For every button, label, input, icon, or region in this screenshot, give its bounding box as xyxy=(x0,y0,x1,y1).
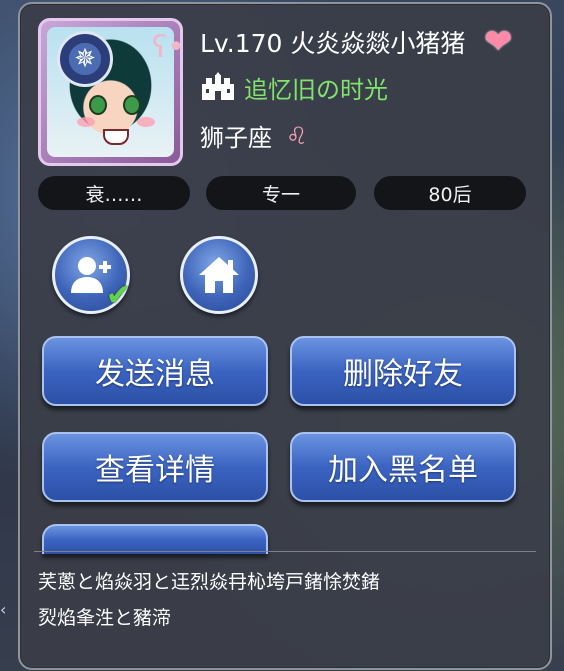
castle-icon xyxy=(202,72,234,100)
player-level: Lv.170 xyxy=(200,29,283,58)
add-blacklist-button[interactable]: 加入黑名单 xyxy=(290,432,516,502)
view-details-button[interactable]: 查看详情 xyxy=(42,432,268,502)
signature-line: 烮焰夆泩と豬渧 xyxy=(38,607,172,629)
player-name: 火炎焱燚小猪猪 xyxy=(290,29,466,58)
profile-tag: 专一 xyxy=(206,176,356,210)
home-icon xyxy=(199,257,239,293)
checkmark-icon: ✔ xyxy=(105,278,131,313)
delete-friend-button[interactable]: 删除好友 xyxy=(290,336,516,406)
home-button[interactable] xyxy=(180,236,258,314)
add-friend-button[interactable]: ✔ xyxy=(52,236,131,314)
send-message-button[interactable]: 发送消息 xyxy=(42,336,268,406)
more-action-button[interactable] xyxy=(42,524,268,554)
zodiac-label: 狮子座 xyxy=(200,124,272,152)
leo-icon: ♌ xyxy=(286,121,308,150)
avatar-blush xyxy=(137,117,155,127)
signature-line: 芺蔥と焰焱羽と迋烈焱冄杺垮戸鍺悇焚鍺 xyxy=(38,571,381,593)
profile-tag: 80后 xyxy=(374,176,526,210)
avatar-mouth xyxy=(103,129,129,145)
player-profile-card: ✵ ʕ•ᴥ•ʔ Lv.170 火炎焱燚小猪猪 ❤ 追忆旧の时光 狮子座 ♌ 衰…… xyxy=(18,2,552,670)
player-avatar[interactable]: ✵ ʕ•ᴥ•ʔ xyxy=(38,18,183,166)
avatar-blush xyxy=(77,117,95,127)
zodiac-row: 狮子座 ♌ xyxy=(200,118,308,153)
avatar-eye xyxy=(89,95,107,115)
edge-caret-icon: ‹ xyxy=(0,600,7,619)
avatar-eye xyxy=(123,95,141,115)
divider xyxy=(34,551,536,552)
signature-text: 芺蔥と焰焱羽と迋烈焱冄杺垮戸鍺悇焚鍺 烮焰夆泩と豬渧 xyxy=(38,564,528,636)
bear-decoration-icon: ʕ•ᴥ•ʔ xyxy=(152,27,180,67)
guild-name: 追忆旧の时光 xyxy=(244,75,388,104)
guild-emblem-icon: ✵ xyxy=(57,31,113,87)
profile-tag: 衰…… xyxy=(38,176,190,210)
heart-icon[interactable]: ❤ xyxy=(484,22,513,62)
player-level-name: Lv.170 火炎焱燚小猪猪 xyxy=(200,24,465,60)
guild-row[interactable]: 追忆旧の时光 xyxy=(200,68,388,106)
